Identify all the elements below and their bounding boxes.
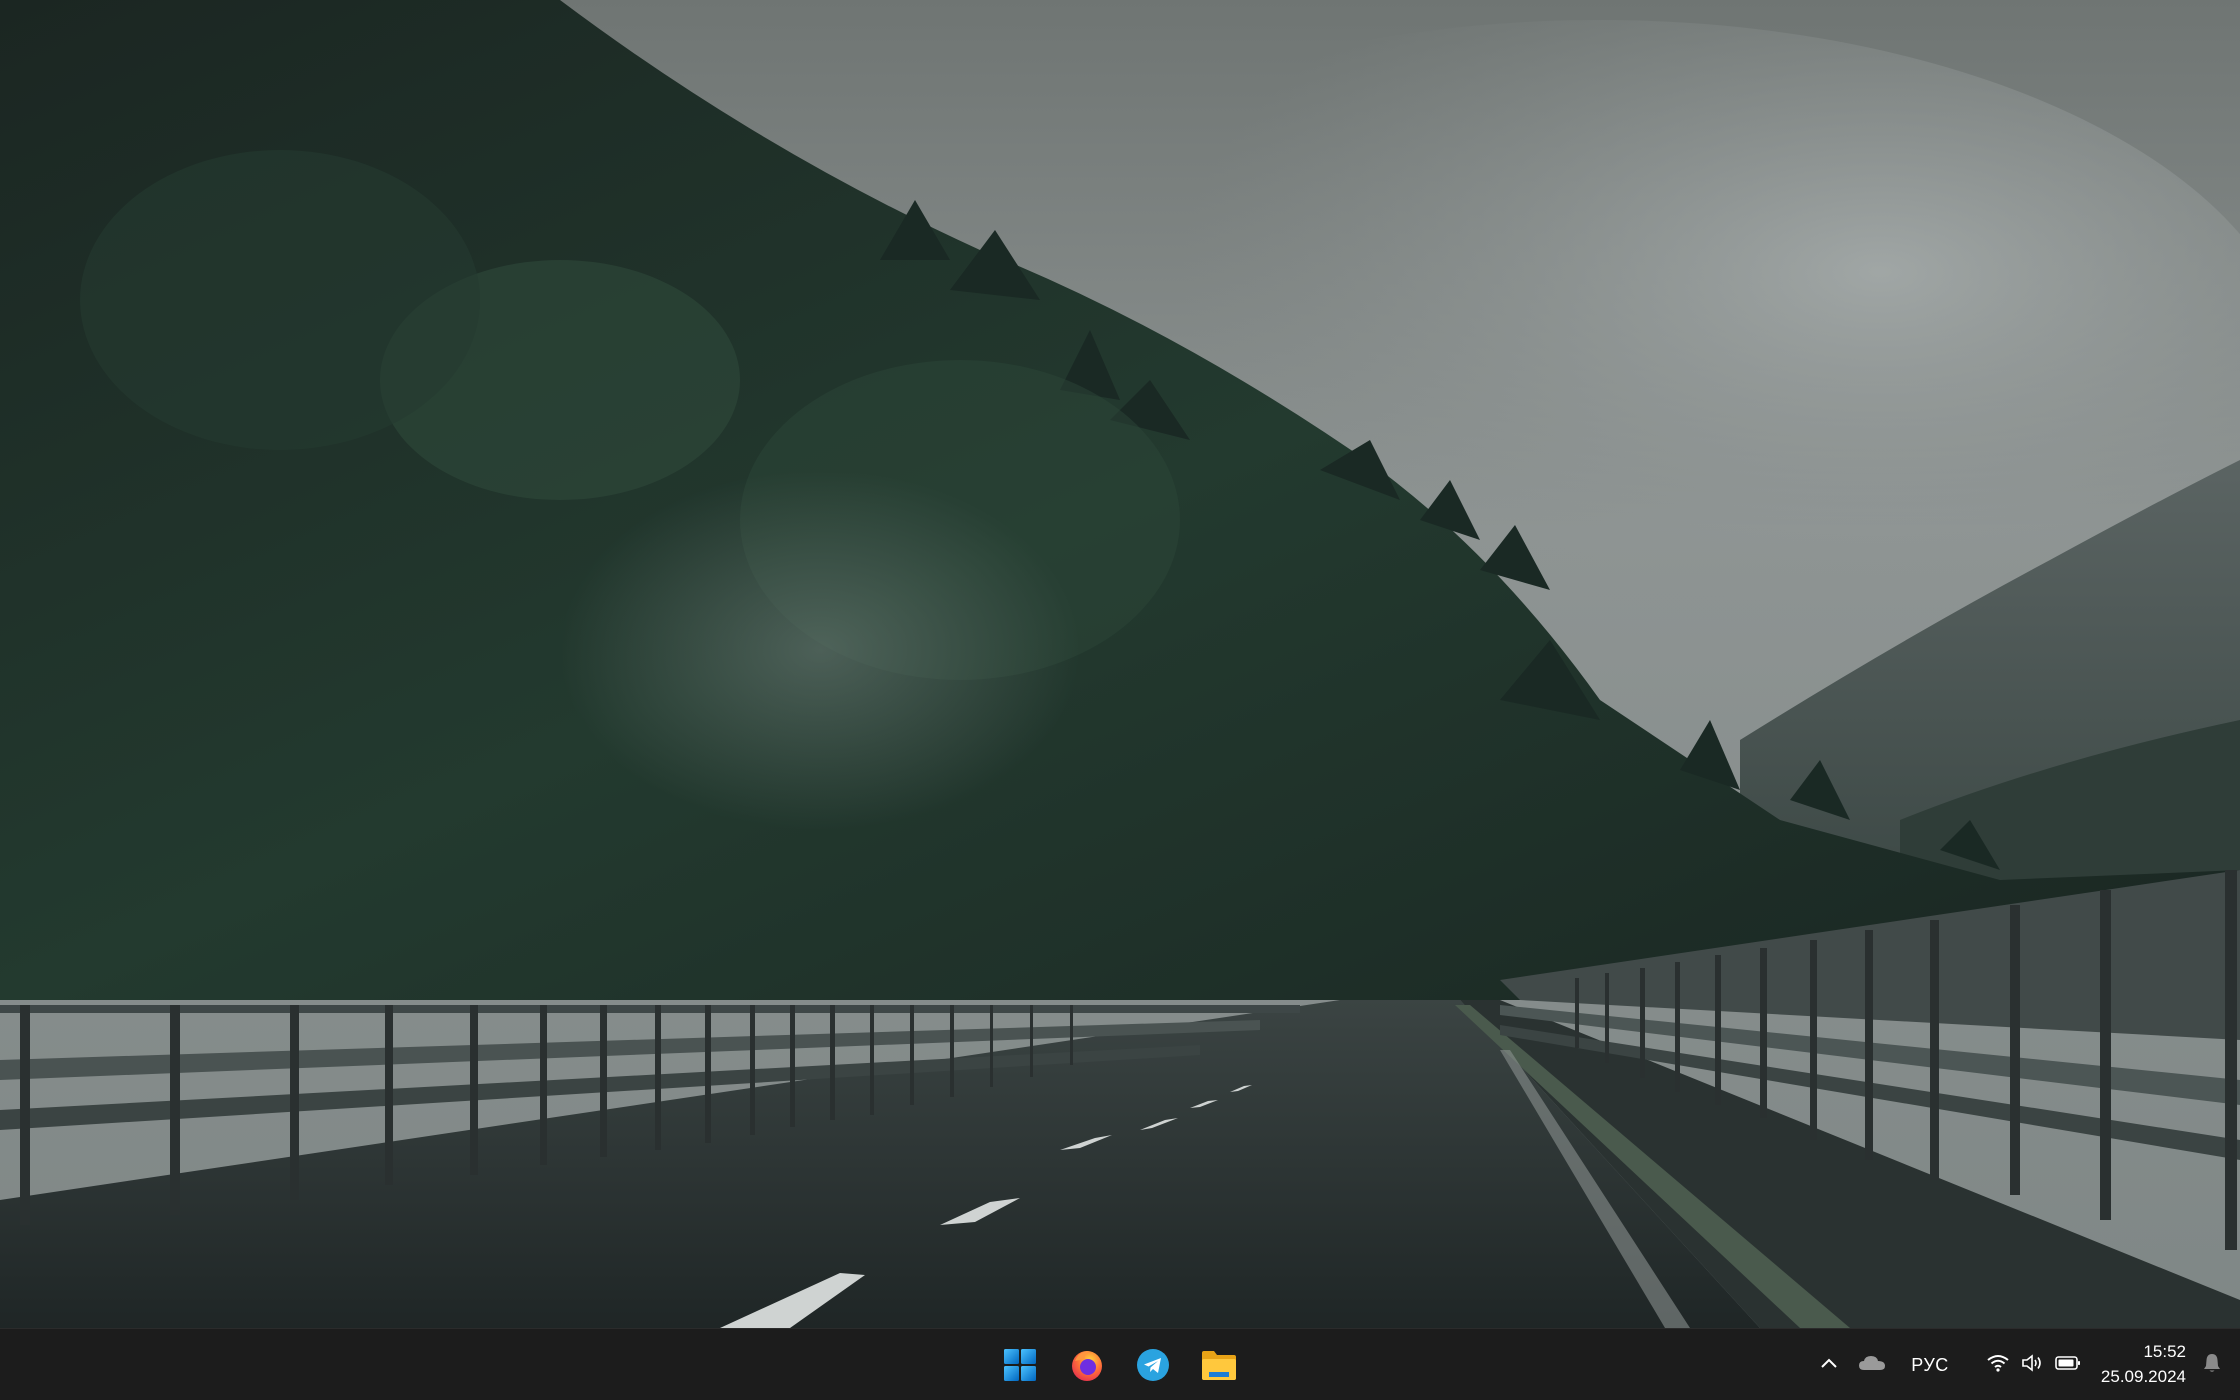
taskbar: РУС 15:52 25.09.2024 [0, 1328, 2240, 1400]
input-language-button[interactable]: РУС [1900, 1329, 1960, 1400]
notifications-button[interactable] [2192, 1329, 2232, 1400]
taskbar-app-file-explorer[interactable] [1192, 1339, 1246, 1391]
clock-button[interactable]: 15:52 25.09.2024 [2076, 1339, 2186, 1389]
input-language-label: РУС [1911, 1354, 1949, 1375]
clock-date: 25.09.2024 [2100, 1367, 2186, 1386]
chevron-up-icon [1820, 1356, 1838, 1374]
folder-icon [1200, 1348, 1238, 1382]
start-button[interactable] [993, 1339, 1047, 1391]
taskbar-app-firefox[interactable] [1060, 1339, 1114, 1391]
clock-time: 15:52 [2143, 1342, 2186, 1361]
telegram-icon [1135, 1347, 1171, 1383]
windows-start-icon [1003, 1348, 1037, 1382]
show-hidden-icons-button[interactable] [1810, 1329, 1848, 1400]
volume-icon [2021, 1353, 2043, 1378]
cloud-icon [1858, 1354, 1886, 1377]
onedrive-button[interactable] [1850, 1329, 1894, 1400]
desktop-wallpaper [0, 0, 2240, 1328]
system-tray: РУС 15:52 25.09.2024 [1790, 1329, 2240, 1400]
firefox-icon [1069, 1347, 1105, 1383]
taskbar-app-telegram[interactable] [1126, 1339, 1180, 1391]
desktop: РУС 15:52 25.09.2024 [0, 0, 2240, 1400]
bell-icon [2203, 1353, 2221, 1378]
wifi-icon [1987, 1354, 2009, 1377]
